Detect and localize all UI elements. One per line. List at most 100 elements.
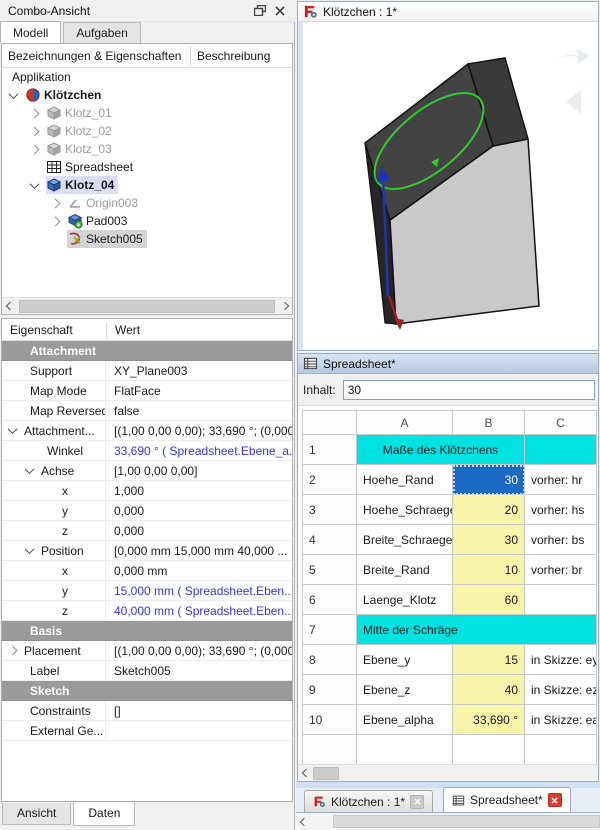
corner-cell[interactable] xyxy=(303,411,357,435)
expand-icon[interactable] xyxy=(8,646,18,656)
expand-icon[interactable] xyxy=(30,179,40,189)
property-row-label[interactable]: Label Sketch005 xyxy=(2,661,292,681)
scroll-left-icon[interactable] xyxy=(298,765,313,782)
tab-aufgaben[interactable]: Aufgaben xyxy=(63,22,140,43)
tree-item-klotz-01[interactable]: Klotz_01 xyxy=(2,104,292,122)
property-row-external-geometry[interactable]: External Ge... xyxy=(2,721,292,741)
cell-b6[interactable]: 60 xyxy=(453,585,525,615)
row-header[interactable]: 3 xyxy=(303,495,357,525)
tabbar-scroll-strip[interactable] xyxy=(296,813,600,830)
column-header-b[interactable]: B xyxy=(453,411,525,435)
expand-icon[interactable] xyxy=(30,108,40,118)
row-header[interactable]: 5 xyxy=(303,555,357,585)
scrollbar-thumb[interactable] xyxy=(313,767,339,780)
property-row-position[interactable]: Position [0,000 mm 15,000 mm 40,000 ... xyxy=(2,541,292,561)
property-row-position-y[interactable]: y 15,000 mm ( Spreadsheet.Eben... xyxy=(2,581,292,601)
property-row-constraints[interactable]: Constraints [] xyxy=(2,701,292,721)
tab-ansicht[interactable]: Ansicht xyxy=(2,803,71,825)
3d-view-titlebar[interactable]: Klötzchen : 1* xyxy=(298,2,598,22)
cell-c2[interactable]: vorher: hr xyxy=(525,465,597,495)
cell-content-input[interactable] xyxy=(343,380,595,400)
tree-item-origin003[interactable]: Origin003 xyxy=(2,194,292,212)
scroll-left-icon[interactable] xyxy=(296,813,311,830)
column-header-c[interactable]: C xyxy=(525,411,597,435)
property-row-achse-y[interactable]: y 0,000 xyxy=(2,501,292,521)
expand-icon[interactable] xyxy=(9,89,19,99)
tab-modell[interactable]: Modell xyxy=(0,21,61,43)
property-row-map-mode[interactable]: Map Mode FlatFace xyxy=(2,381,292,401)
cell-a4[interactable]: Breite_Schraege xyxy=(357,525,453,555)
expand-icon[interactable] xyxy=(51,198,61,208)
cell-a9[interactable]: Ebene_z xyxy=(357,675,453,705)
tree-item-klotz-04[interactable]: Klotz_04 xyxy=(2,176,292,194)
cell-a6[interactable]: Laenge_Klotz xyxy=(357,585,453,615)
scroll-right-icon[interactable] xyxy=(277,298,292,315)
cell-b3[interactable]: 20 xyxy=(453,495,525,525)
tree-item-pad003[interactable]: Pad003 xyxy=(2,212,292,230)
row-header[interactable]: 7 xyxy=(303,615,357,645)
cell-c5[interactable]: vorher: br xyxy=(525,555,597,585)
close-tab-button[interactable] xyxy=(410,795,424,809)
cell-a8[interactable]: Ebene_y xyxy=(357,645,453,675)
cell-c6[interactable] xyxy=(525,585,597,615)
cell-a5[interactable]: Breite_Rand xyxy=(357,555,453,585)
cell-c1[interactable] xyxy=(525,435,597,465)
close-tab-button[interactable] xyxy=(548,793,562,807)
property-row-support[interactable]: Support XY_Plane003 xyxy=(2,361,292,381)
row-header[interactable]: 2 xyxy=(303,465,357,495)
cell-b5[interactable]: 10 xyxy=(453,555,525,585)
cell-c9[interactable]: in Skizze: ez xyxy=(525,675,597,705)
cell-b4[interactable]: 30 xyxy=(453,525,525,555)
tab-daten[interactable]: Daten xyxy=(73,803,135,826)
cell-a2[interactable]: Hoehe_Rand xyxy=(357,465,453,495)
tree-item-klotz-03[interactable]: Klotz_03 xyxy=(2,140,292,158)
cell-b10[interactable]: 33,690 ° xyxy=(453,705,525,735)
tree-item-sketch005[interactable]: Sketch005 xyxy=(2,230,292,248)
cell-a10[interactable]: Ebene_alpha xyxy=(357,705,453,735)
property-row-winkel[interactable]: Winkel 33,690 ° ( Spreadsheet.Ebene_a... xyxy=(2,441,292,461)
property-row-placement[interactable]: Placement [(1,00 0,00 0,00); 33,690 °; (… xyxy=(2,641,292,661)
tab-kloetzchen-3d[interactable]: Klötzchen : 1* xyxy=(304,790,433,812)
expand-icon[interactable] xyxy=(30,144,40,154)
cell-c3[interactable]: vorher: hs xyxy=(525,495,597,525)
property-row-achse[interactable]: Achse [1,00 0,00 0,00] xyxy=(2,461,292,481)
expand-icon[interactable] xyxy=(25,464,35,474)
tree-item-applikation[interactable]: Applikation xyxy=(2,68,292,86)
spreadsheet-titlebar[interactable]: Spreadsheet* xyxy=(298,354,598,374)
row-header[interactable]: 10 xyxy=(303,705,357,735)
close-panel-button[interactable] xyxy=(271,3,289,19)
column-header-a[interactable]: A xyxy=(357,411,453,435)
scrollbar-thumb[interactable] xyxy=(19,300,275,313)
tree-item-spreadsheet[interactable]: Spreadsheet xyxy=(2,158,292,176)
expand-icon[interactable] xyxy=(8,424,18,434)
cell-c4[interactable]: vorher: bs xyxy=(525,525,597,555)
tree-item-kloetzchen[interactable]: Klötzchen xyxy=(2,86,292,104)
cell-a7-title[interactable]: Mitte der Schräge xyxy=(357,615,597,645)
cell-a3[interactable]: Hoehe_Schraege xyxy=(357,495,453,525)
row-header[interactable]: 9 xyxy=(303,675,357,705)
row-header[interactable]: 8 xyxy=(303,645,357,675)
float-panel-button[interactable] xyxy=(251,3,269,19)
cell-b8[interactable]: 15 xyxy=(453,645,525,675)
expand-icon[interactable] xyxy=(51,216,61,226)
3d-viewport[interactable] xyxy=(298,22,598,350)
cell-c8[interactable]: in Skizze: ey xyxy=(525,645,597,675)
cell-c10[interactable]: in Skizze: ea xyxy=(525,705,597,735)
tree-horizontal-scrollbar[interactable] xyxy=(2,297,292,314)
scroll-left-icon[interactable] xyxy=(2,298,17,315)
cell-b2-selected[interactable]: 30 xyxy=(453,465,525,495)
expand-icon[interactable] xyxy=(30,126,40,136)
property-row-achse-z[interactable]: z 0,000 xyxy=(2,521,292,541)
cell-b9[interactable]: 40 xyxy=(453,675,525,705)
property-row-position-z[interactable]: z 40,000 mm ( Spreadsheet.Eben... xyxy=(2,601,292,621)
property-row-attachment-offset[interactable]: Attachment... [(1,00 0,00 0,00); 33,690 … xyxy=(2,421,292,441)
expand-icon[interactable] xyxy=(25,544,35,554)
tab-spreadsheet[interactable]: Spreadsheet* xyxy=(443,787,571,812)
row-header[interactable]: 6 xyxy=(303,585,357,615)
property-row-achse-x[interactable]: x 1,000 xyxy=(2,481,292,501)
scrollbar-thumb[interactable] xyxy=(333,815,600,828)
row-header[interactable]: 4 xyxy=(303,525,357,555)
tree-item-klotz-02[interactable]: Klotz_02 xyxy=(2,122,292,140)
spreadsheet-horizontal-scrollbar[interactable] xyxy=(298,764,598,781)
row-header[interactable]: 1 xyxy=(303,435,357,465)
